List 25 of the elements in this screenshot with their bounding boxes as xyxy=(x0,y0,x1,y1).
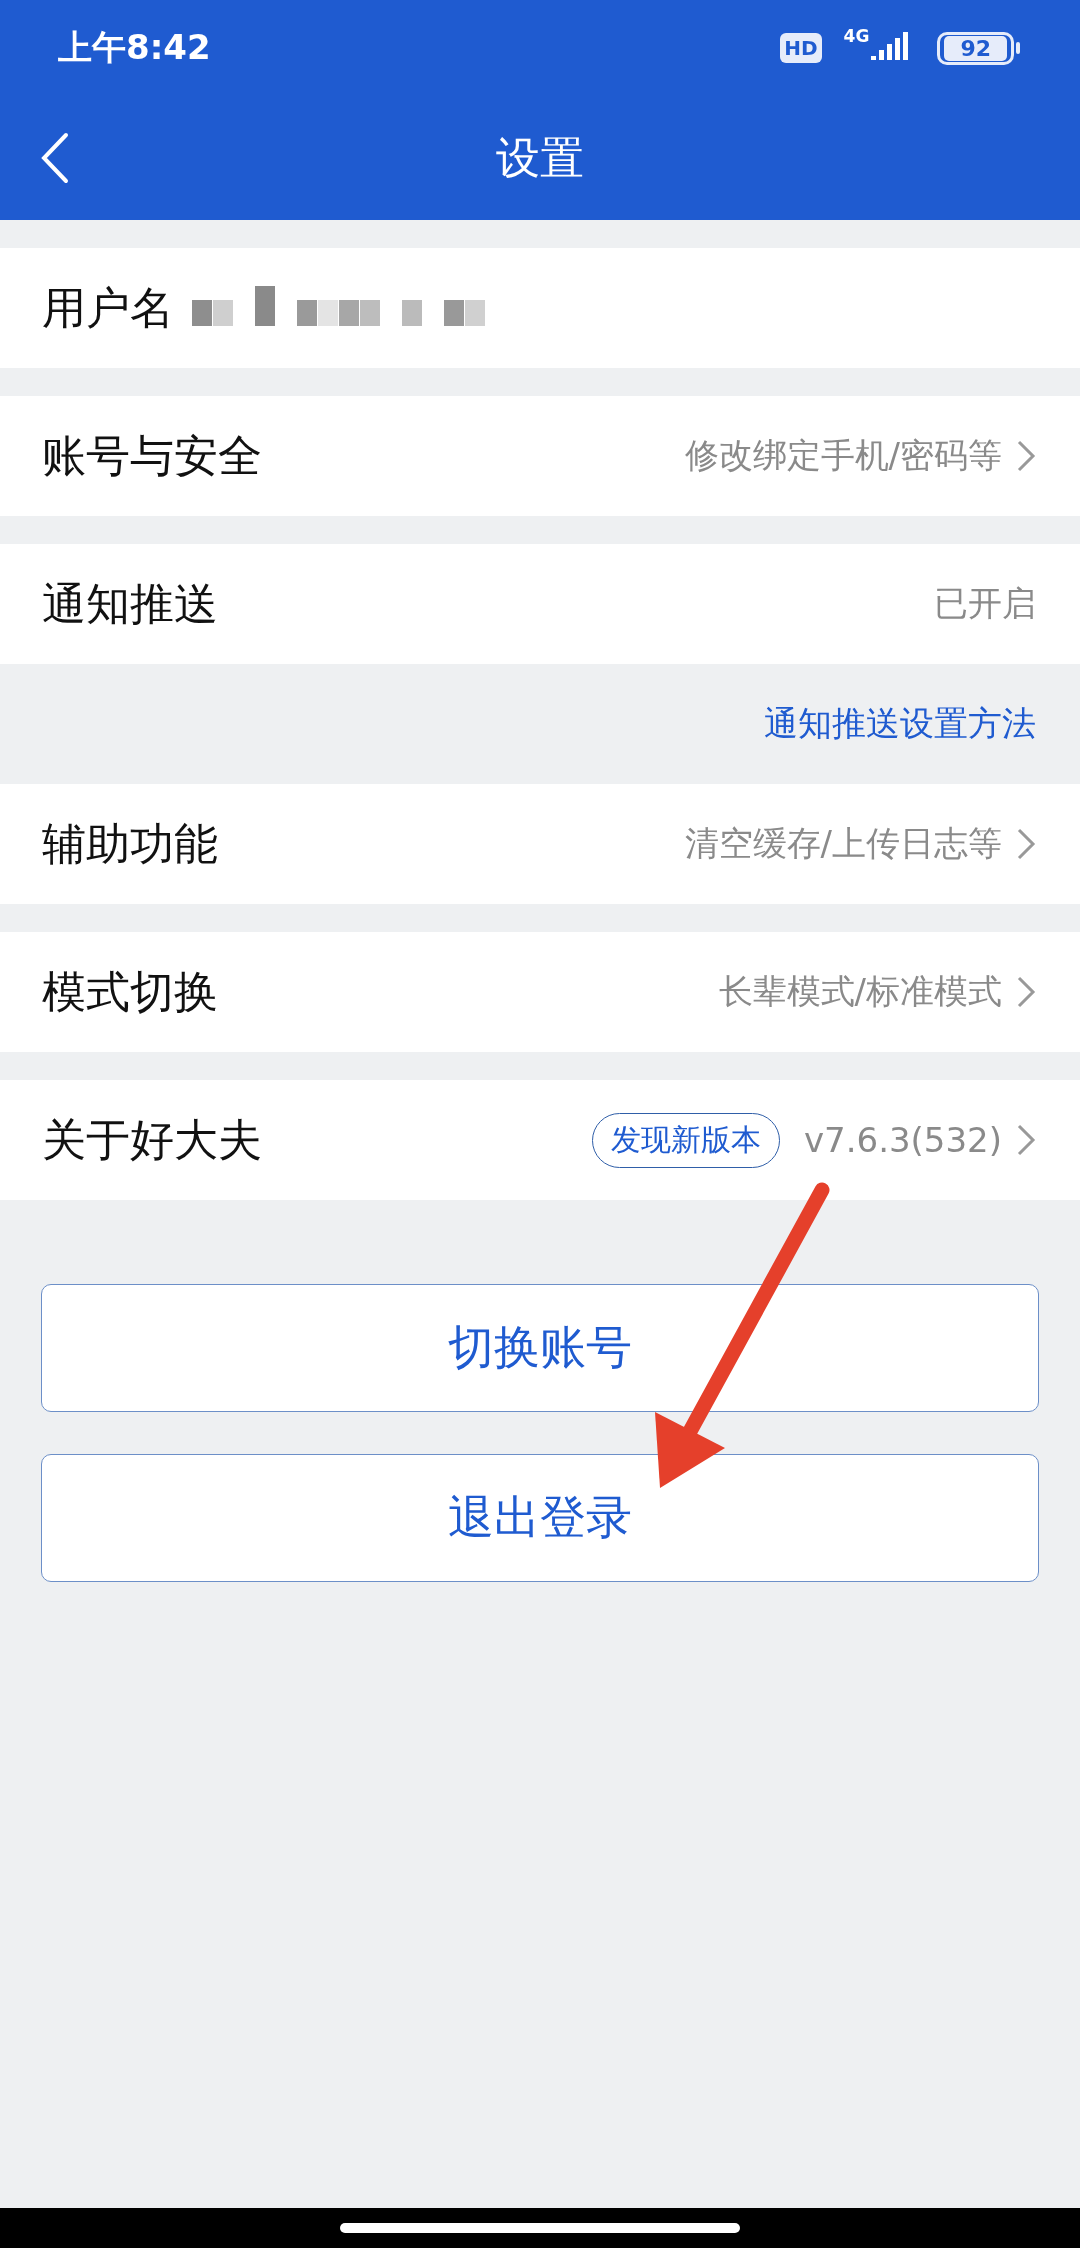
settings-row[interactable]: 关于好大夫 发现新版本 v7.6.3(532) xyxy=(0,1080,1080,1200)
row-value: v7.6.3(532) xyxy=(803,1120,1002,1160)
hd-indicator: HD xyxy=(780,33,822,63)
account-button[interactable]: 切换账号 xyxy=(41,1284,1039,1412)
row-value: 已开启 xyxy=(934,582,1036,625)
row-label: 用户名 xyxy=(42,280,174,335)
settings-row[interactable]: 账号与安全 修改绑定手机/密码等 xyxy=(0,396,1080,516)
network-type: 4G xyxy=(843,26,870,46)
status-time: 上午8:42 xyxy=(58,26,211,69)
settings-row[interactable]: 模式切换 长辈模式/标准模式 xyxy=(0,932,1080,1052)
back-icon[interactable] xyxy=(40,132,70,184)
row-value: 清空缓存/上传日志等 xyxy=(684,822,1002,865)
row-value: 修改绑定手机/密码等 xyxy=(684,434,1002,477)
row-label: 模式切换 xyxy=(42,964,218,1019)
battery-indicator: 92 xyxy=(937,31,1020,65)
page-title: 设置 xyxy=(496,130,584,185)
settings-row[interactable]: 辅助功能 清空缓存/上传日志等 xyxy=(0,784,1080,904)
row-value: 长辈模式/标准模式 xyxy=(718,970,1002,1013)
help-link[interactable]: 通知推送设置方法 xyxy=(764,701,1036,747)
row-label: 账号与安全 xyxy=(42,428,262,483)
row-label: 辅助功能 xyxy=(42,816,218,871)
row-label: 关于好大夫 xyxy=(42,1112,262,1167)
account-button[interactable]: 退出登录 xyxy=(41,1454,1039,1582)
settings-row[interactable]: 通知推送 已开启 xyxy=(0,544,1080,664)
row-label: 通知推送 xyxy=(42,576,218,631)
